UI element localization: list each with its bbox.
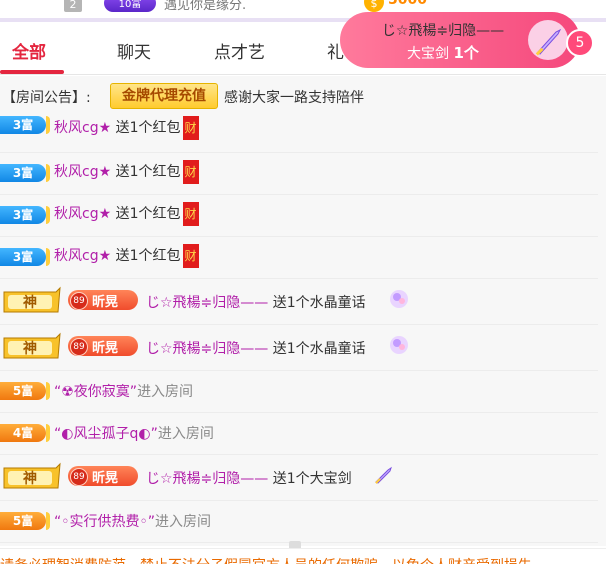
vip-level-badge: 89 昕晃: [68, 290, 138, 310]
message-text: 秋风cg★ 送1个红包财: [54, 116, 199, 140]
top-username: 遇见你是缘分.: [164, 0, 247, 13]
wealth-level-badge: 10富: [104, 0, 156, 12]
wealth-badge: 3富: [0, 206, 50, 224]
room-announcement: 【房间公告】: 金牌代理充值 感谢大家一路支持陪伴: [0, 76, 606, 116]
warning-banner: 请务必理智消费防范，禁止不法分子假冒官方人员的任何欺骗，以免个人财产受到损失: [0, 548, 606, 564]
list-item: 3富 秋风cg★ 送1个红包财: [0, 194, 598, 237]
list-item: 5富 “◦实行供热费◦”进入房间: [0, 500, 598, 543]
wealth-badge: 3富: [0, 248, 50, 266]
list-item: 3富 秋风cg★ 送1个红包财: [0, 116, 598, 153]
list-item: 神 89 昕晃 じ☆飛楊≑归隐—— 送1个水晶童话: [0, 278, 598, 325]
tab-all[interactable]: 全部: [12, 38, 46, 63]
message-text: “◦实行供热费◦”进入房间: [54, 514, 212, 530]
list-item: 神 89 昕晃 じ☆飛楊≑归隐—— 送1个水晶童话: [0, 324, 598, 371]
list-item: 3富 秋风cg★ 送1个红包财: [0, 236, 598, 279]
message-text: 秋风cg★ 送1个红包财: [54, 202, 199, 226]
tab-talent[interactable]: 点才艺: [214, 38, 265, 63]
wealth-badge: 5富: [0, 382, 50, 400]
list-item: 5富 “☢夜你寂寞”进入房间: [0, 370, 598, 413]
red-packet-icon: 财: [182, 202, 199, 226]
message-text: じ☆飛楊≑归隐—— 送1个水晶童话: [146, 341, 366, 357]
crystal-fairytale-gift-icon: [390, 290, 408, 308]
vip-level-badge: 89 昕晃: [68, 466, 138, 486]
god-rank-badge: 神: [3, 286, 61, 313]
coin-count: 5000: [388, 0, 427, 8]
chat-message-list[interactable]: 3富 秋风cg★ 送1个红包财 3富 秋风cg★ 送1个红包财 3富 秋风cg★…: [0, 116, 606, 546]
red-packet-icon: 财: [182, 116, 199, 140]
announcement-text: 感谢大家一路支持陪伴: [224, 90, 364, 106]
list-item: 4富 “◐风尘孤子q◐”进入房间: [0, 412, 598, 455]
announcement-label: 【房间公告】:: [2, 90, 91, 106]
recharge-agent-button[interactable]: 金牌代理充值: [110, 83, 218, 109]
god-rank-badge: 神: [3, 332, 61, 359]
god-rank-badge: 神: [3, 462, 61, 489]
wealth-badge: 3富: [0, 116, 50, 134]
message-text: 秋风cg★ 送1个红包财: [54, 160, 199, 184]
active-tab-indicator: [0, 70, 64, 74]
red-packet-icon: 财: [182, 160, 199, 184]
vip-level-badge: 89 昕晃: [68, 336, 138, 356]
sword-gift-icon: [375, 466, 392, 484]
message-text: じ☆飛楊≑归隐—— 送1个大宝剑: [146, 471, 352, 487]
rank-badge: 2: [64, 0, 82, 12]
wealth-badge: 3富: [0, 164, 50, 182]
gift-count-badge: 5: [566, 29, 594, 57]
red-packet-icon: 财: [182, 244, 199, 268]
list-item: 神 89 昕晃 じ☆飛楊≑归隐—— 送1个大宝剑: [0, 454, 598, 501]
message-text: “☢夜你寂寞”进入房间: [54, 384, 194, 400]
list-item: 3富 秋风cg★ 送1个红包财: [0, 152, 598, 195]
svg-text:神: 神: [23, 340, 37, 357]
message-text: じ☆飛楊≑归隐—— 送1个水晶童话: [146, 295, 366, 311]
gift-info: 大宝剑 1个: [407, 44, 479, 62]
tab-chat[interactable]: 聊天: [117, 38, 151, 63]
coin-icon: $: [364, 0, 384, 12]
wealth-badge: 4富: [0, 424, 50, 442]
message-text: 秋风cg★ 送1个红包财: [54, 244, 199, 268]
gift-notification: じ☆飛楊≑归隐—— 大宝剑 1个 5: [340, 12, 594, 68]
wealth-badge: 5富: [0, 512, 50, 530]
crystal-fairytale-gift-icon: [390, 336, 408, 354]
message-text: “◐风尘孤子q◐”进入房间: [54, 426, 214, 442]
svg-text:神: 神: [23, 294, 37, 311]
sword-gift-icon: [528, 20, 568, 60]
gift-sender: じ☆飛楊≑归隐——: [381, 23, 505, 39]
svg-text:神: 神: [23, 470, 37, 487]
